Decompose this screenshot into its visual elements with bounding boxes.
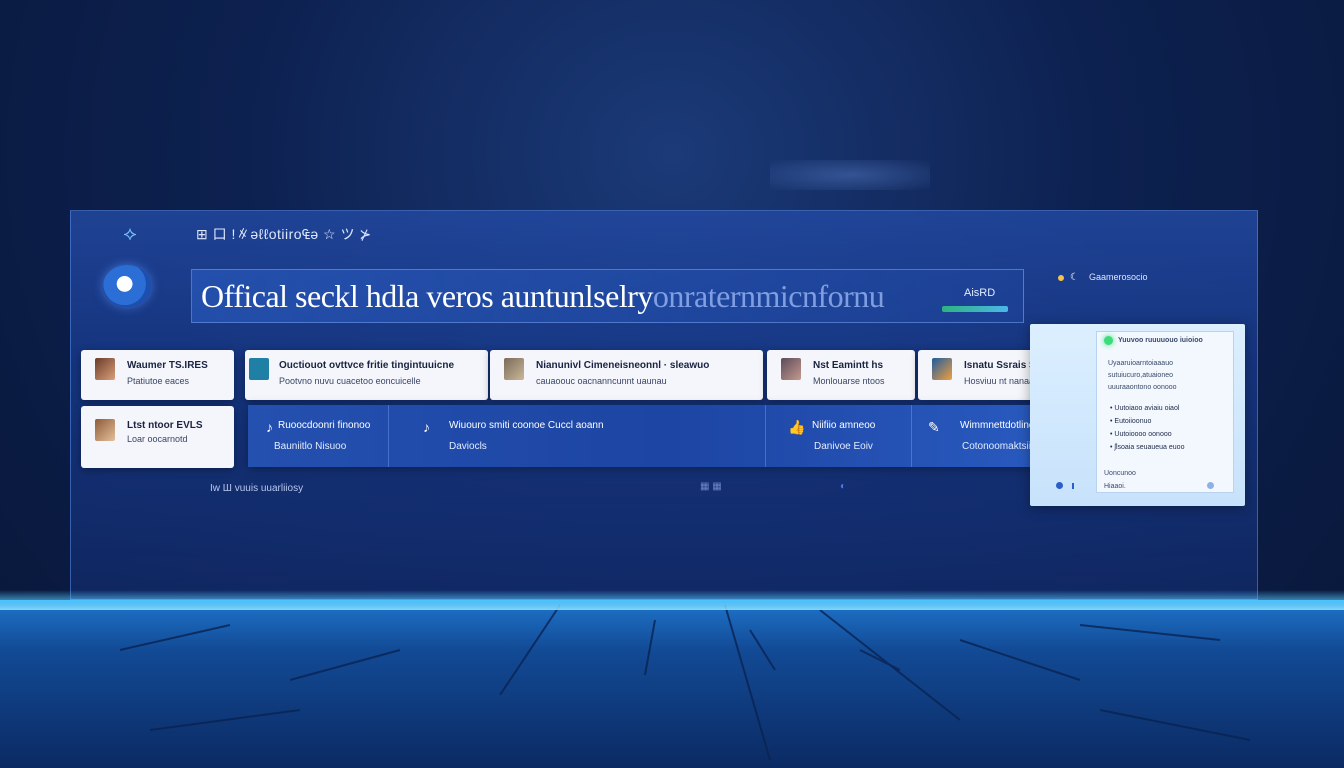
card-title: Waumer TS.IRES xyxy=(127,360,208,371)
feature-cell[interactable]: ♪ Wiuouro smiti coonoe Cuccl aoann Davio… xyxy=(389,405,765,467)
card-subtitle: Loar oocarnotd xyxy=(127,434,188,444)
side-panel-bullet: • Eutoiioonuo xyxy=(1110,418,1152,425)
status-dot-icon xyxy=(1058,274,1064,281)
card-subtitle: Ptatiutoe eaces xyxy=(127,376,190,386)
footer-text: Iw Ш vuuis uuarliiosy xyxy=(210,483,304,494)
card-item[interactable]: Waumer TS.IRES Ptatiutoe eaces xyxy=(81,350,234,400)
dot-button[interactable] xyxy=(1207,482,1214,489)
side-panel-bullet: • Uutoioooo oonooo xyxy=(1110,431,1172,438)
side-panel-bullet: • Uutoiaoo aviaiu oiaol xyxy=(1110,405,1180,412)
avatar xyxy=(95,419,115,441)
chat-icon[interactable]: ◐ xyxy=(840,481,846,492)
card-subtitle: Pootvno nuvu cuacetoo eoncuicelle xyxy=(279,376,421,386)
side-panel-footer: Uoncunoo Hiaaoi. xyxy=(1104,470,1136,490)
music-note-icon: ♪ xyxy=(266,419,273,435)
card-subtitle: Monlouarse ntoos xyxy=(813,376,885,386)
avatar xyxy=(95,358,115,380)
feature-row: ♪ Ruoocdoonri finonoo Bauniitlo Nisuoo ♪… xyxy=(248,405,1086,467)
banner-title: Offical seckl hdla veros auntunlselryonr… xyxy=(201,278,885,315)
feature-subtitle: Danivoe Eoiv xyxy=(814,441,873,452)
feature-cell[interactable]: ♪ Ruoocdoonri finonoo Bauniitlo Nisuoo xyxy=(248,405,388,467)
side-panel-line: uuuraaontono oonooo xyxy=(1108,384,1177,391)
status-label: Gaamerosocio xyxy=(1088,272,1148,282)
card-subtitle: cauaoouc oacnanncunnt uaunau xyxy=(536,376,667,386)
card-title: Nianunivl Cimeneisneonnl · sleawuo xyxy=(536,360,710,371)
avatar xyxy=(504,358,524,380)
teal-app-icon xyxy=(249,358,269,380)
floor-glow xyxy=(0,590,1344,610)
card-item[interactable]: Nianunivl Cimeneisneonnl · sleawuo cauao… xyxy=(490,350,763,400)
brand-mark-icon[interactable]: ⟡ xyxy=(118,222,142,246)
side-panel-heading: Yuuvoo ruuuuouo iuioioo xyxy=(1118,337,1203,344)
card-title: Nst Eamintt hs xyxy=(813,360,884,371)
online-status-icon xyxy=(1104,336,1113,345)
separator-icon xyxy=(1072,483,1074,489)
app-logo[interactable] xyxy=(103,265,151,307)
avatar xyxy=(781,358,801,380)
card-title: Ltst ntoor EVLS xyxy=(127,420,203,431)
card-item[interactable]: Nst Eamintt hs Monlouarse ntoos xyxy=(767,350,915,400)
music-note-icon: ♪ xyxy=(423,419,430,435)
banner-title-faded: onraternmicnfornu xyxy=(652,278,885,314)
banner-tag: AisRD xyxy=(964,287,996,299)
feature-title: Ruoocdoonri finonoo xyxy=(278,420,371,431)
feature-cell[interactable]: 👍 Niifiio amneoo Danivoe Eoiv xyxy=(766,405,911,467)
pencil-icon: ✎ xyxy=(928,419,940,435)
status-area[interactable]: ☾ Gaamerosocio xyxy=(1058,272,1148,283)
grid-icon[interactable]: ▦ ▦ xyxy=(700,481,722,492)
card-title: Ouctiouot ovttvce fritie tingintuuicne xyxy=(279,360,454,371)
app-icon xyxy=(932,358,952,380)
side-panel-line: Uyaaruioarntoiaaauo xyxy=(1108,360,1173,367)
feature-title: Niifiio amneoo xyxy=(812,420,876,431)
card-item[interactable]: Ouctiouot ovttvce fritie tingintuuicne P… xyxy=(245,350,488,400)
side-panel-content xyxy=(1096,331,1234,493)
feature-title: Wiuouro smiti coonoe Cuccl aoann xyxy=(449,420,604,431)
floor-lines xyxy=(119,604,1251,761)
banner-progress-strip xyxy=(942,306,1008,312)
feature-subtitle: Daviocls xyxy=(449,441,487,452)
toolbar-text: ⊞ 口 !∦ǝℓℓotiiro₠ǝ ☆ ツ ⊁ xyxy=(196,226,372,242)
banner-title-main: Offical seckl hdla veros auntunlselry xyxy=(201,278,653,314)
side-panel-line: sutuiucuro,atuaioneo xyxy=(1108,372,1173,379)
feature-subtitle: Bauniitlo Nisuoo xyxy=(274,441,347,452)
background-glow xyxy=(770,160,930,190)
card-subtitle: Hosviuu nt nanaarr xyxy=(964,376,1041,386)
card-item[interactable]: Ltst ntoor EVLS Loar oocarnotd xyxy=(81,406,234,468)
thumbs-up-icon: 👍 xyxy=(788,419,806,435)
side-panel-bullet: • ʃlsoaia seuaueua euoo xyxy=(1110,444,1185,451)
moon-icon[interactable]: ☾ xyxy=(1070,272,1079,283)
floor-surface xyxy=(0,600,1344,768)
dot-button[interactable] xyxy=(1056,482,1063,489)
